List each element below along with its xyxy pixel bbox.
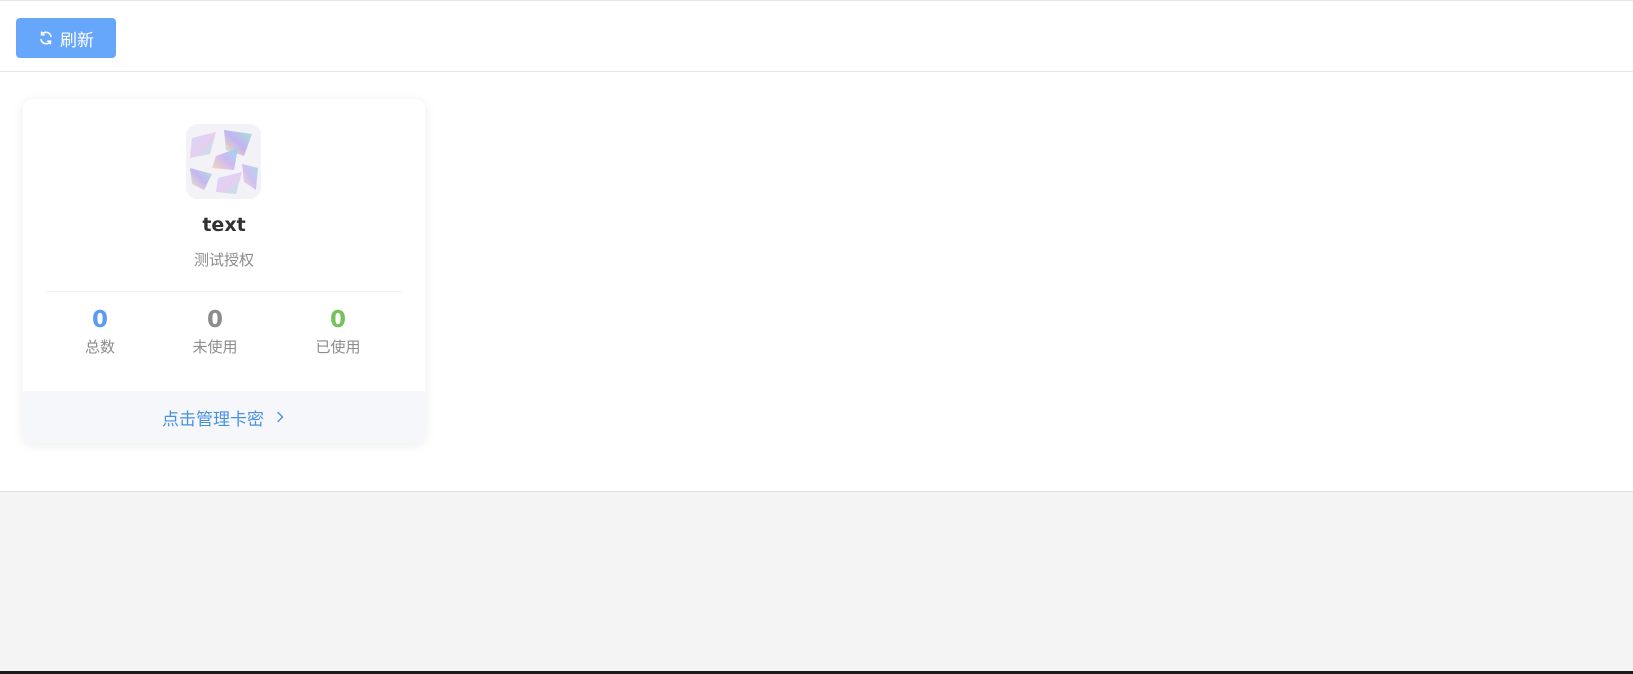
toolbar: 刷新 — [0, 0, 1633, 72]
stat-total-label: 总数 — [84, 338, 115, 356]
card-title: text — [202, 214, 246, 236]
content-area: text 测试授权 0 总数 0 未使用 0 已使用 点击管理卡密 — [0, 72, 1633, 492]
chevron-right-icon — [274, 411, 286, 423]
stat-used: 0 已使用 — [278, 305, 398, 359]
card-divider — [46, 291, 402, 292]
stat-unused: 0 未使用 — [155, 305, 275, 359]
refresh-button[interactable]: 刷新 — [16, 18, 116, 58]
app-logo — [186, 124, 261, 199]
stat-used-label: 已使用 — [315, 338, 361, 356]
stat-unused-label: 未使用 — [192, 338, 238, 356]
license-card: text 测试授权 0 总数 0 未使用 0 已使用 点击管理卡密 — [23, 99, 425, 443]
page: 刷新 text 测试授权 0 总数 0 未使用 0 已使用 点击管理卡密 — [0, 0, 1633, 674]
refresh-label: 刷新 — [60, 30, 94, 51]
stat-used-value: 0 — [329, 307, 346, 333]
manage-cards-link[interactable]: 点击管理卡密 — [23, 391, 425, 443]
card-subtitle: 测试授权 — [193, 251, 254, 269]
stat-total-value: 0 — [91, 307, 108, 333]
refresh-icon — [38, 30, 54, 46]
manage-cards-label: 点击管理卡密 — [162, 409, 264, 430]
stat-total: 0 总数 — [40, 305, 160, 359]
stat-unused-value: 0 — [206, 307, 223, 333]
